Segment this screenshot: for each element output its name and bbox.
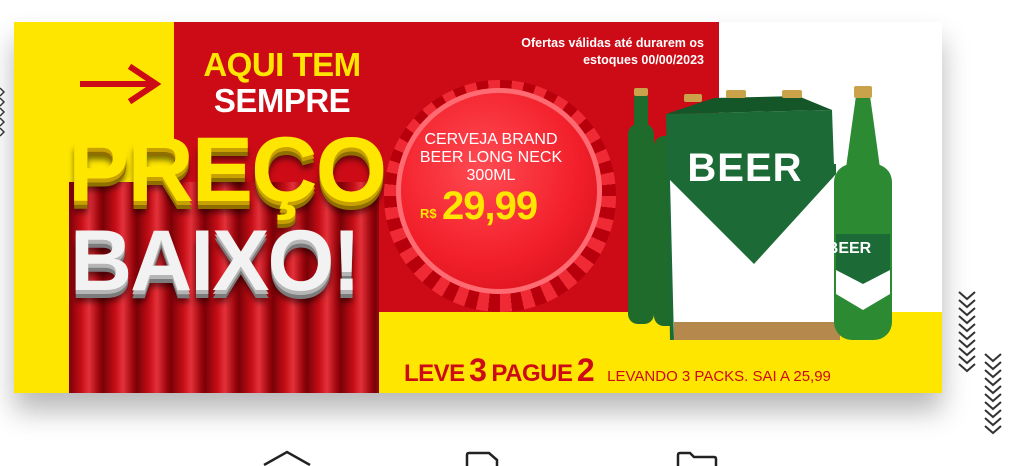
chevron-pattern-icon <box>0 87 5 137</box>
promo-num-3: 3 <box>469 352 487 388</box>
arrow-right-icon <box>80 64 162 104</box>
product-name: CERVEJA BRAND BEER LONG NECK 300ML <box>419 131 563 184</box>
headline-sempre: SEMPRE <box>213 82 351 119</box>
home-icon[interactable] <box>262 450 312 466</box>
promo-subtext: LEVANDO 3 PACKS. SAI A 25,99 <box>607 368 831 385</box>
chevron-pattern-icon <box>958 291 976 373</box>
pack-label: BEER <box>687 146 803 190</box>
promo-banner: AQUI TEM SEMPRE PREÇO BAIXO! Ofertas vál… <box>14 22 942 393</box>
folder-icon[interactable] <box>676 451 718 466</box>
price-value: 29,99 <box>442 184 538 228</box>
headline-preco: PREÇO <box>68 119 387 221</box>
promo-text: LEVE 3 PAGUE 2 LEVANDO 3 PACKS. SAI A 25… <box>404 352 831 389</box>
promo-num-2: 2 <box>576 352 595 388</box>
headline-aqui-tem: AQUI TEM <box>203 46 361 83</box>
bottom-toolbar <box>0 438 1024 466</box>
headline-baixo: BAIXO! <box>70 213 361 309</box>
beer-six-pack-image <box>628 86 892 340</box>
promo-pague: PAGUE <box>491 360 573 387</box>
price-currency: R$ <box>420 206 437 221</box>
document-icon[interactable] <box>465 451 499 466</box>
bottle-label: BEER <box>826 240 872 257</box>
promo-leve: LEVE <box>404 360 465 387</box>
chevron-pattern-icon <box>984 353 1002 435</box>
offer-validity-text: Ofertas válidas até durarem os estoques … <box>521 36 704 67</box>
